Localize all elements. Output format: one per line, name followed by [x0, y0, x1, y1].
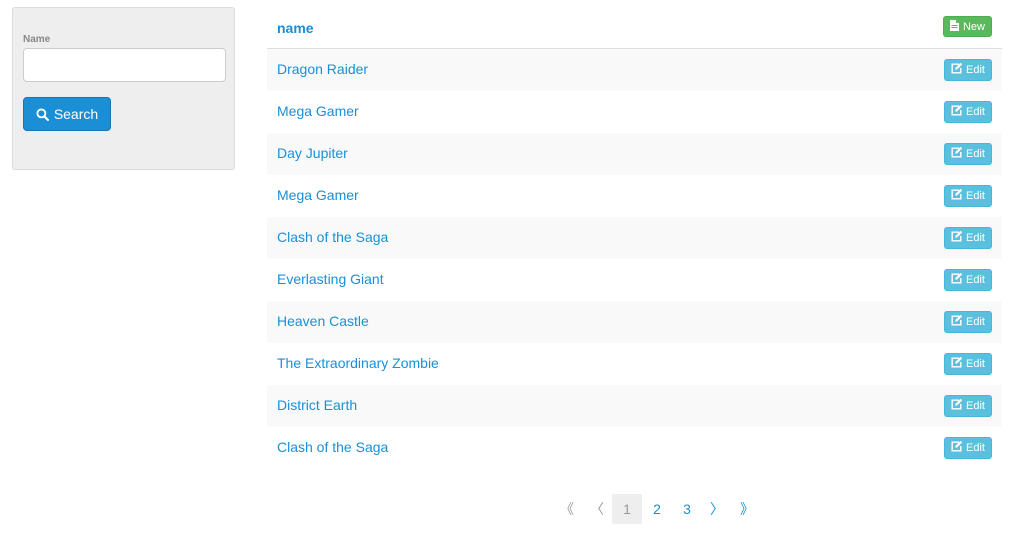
- row-name-link[interactable]: Clash of the Saga: [277, 439, 388, 455]
- edit-button-label: Edit: [966, 400, 985, 412]
- edit-icon: [951, 104, 963, 119]
- row-name-link[interactable]: The Extraordinary Zombie: [277, 355, 439, 371]
- page-3-button[interactable]: 3: [672, 494, 702, 524]
- table-body: Dragon Raider Edit Mega Gamer Edit Day Jupit…: [267, 49, 1002, 469]
- edit-button[interactable]: Edit: [944, 311, 992, 333]
- row-name-link[interactable]: Dragon Raider: [277, 61, 368, 77]
- edit-button-label: Edit: [966, 64, 985, 76]
- edit-button[interactable]: Edit: [944, 185, 992, 207]
- table-row: Mega Gamer Edit: [267, 175, 1002, 217]
- file-icon: [949, 19, 959, 34]
- edit-button[interactable]: Edit: [944, 269, 992, 291]
- edit-icon: [951, 272, 963, 287]
- row-name-link[interactable]: District Earth: [277, 397, 357, 413]
- search-button[interactable]: Search: [23, 97, 111, 131]
- edit-icon: [951, 146, 963, 161]
- edit-button[interactable]: Edit: [944, 59, 992, 81]
- edit-button-label: Edit: [966, 358, 985, 370]
- table-row: Clash of the Saga Edit: [267, 217, 1002, 259]
- row-name-link[interactable]: Everlasting Giant: [277, 271, 384, 287]
- edit-icon: [951, 230, 963, 245]
- table-row: Day Jupiter Edit: [267, 133, 1002, 175]
- first-page-button[interactable]: 《: [552, 494, 582, 524]
- edit-button[interactable]: Edit: [944, 353, 992, 375]
- edit-button[interactable]: Edit: [944, 143, 992, 165]
- edit-icon: [951, 356, 963, 371]
- edit-icon: [951, 398, 963, 413]
- edit-button-label: Edit: [966, 106, 985, 118]
- row-name-link[interactable]: Heaven Castle: [277, 313, 369, 329]
- edit-icon: [951, 314, 963, 329]
- prev-page-button[interactable]: 〈: [582, 494, 612, 524]
- edit-button[interactable]: Edit: [944, 101, 992, 123]
- new-button-label: New: [962, 20, 985, 33]
- table-row: The Extraordinary Zombie Edit: [267, 343, 1002, 385]
- page-1-button[interactable]: 1: [612, 494, 642, 524]
- edit-icon: [951, 62, 963, 77]
- edit-button-label: Edit: [966, 148, 985, 160]
- edit-icon: [951, 440, 963, 455]
- edit-button-label: Edit: [966, 316, 985, 328]
- results-table: name New Dragon Raider Edit Mega Gamer Edit…: [267, 7, 1002, 469]
- search-panel: Name Search: [12, 7, 235, 170]
- name-filter-label: Name: [23, 34, 51, 45]
- name-filter-input[interactable]: [23, 48, 226, 82]
- row-name-link[interactable]: Mega Gamer: [277, 103, 359, 119]
- column-header-name[interactable]: name: [277, 20, 314, 36]
- edit-button-label: Edit: [966, 442, 985, 454]
- edit-button-label: Edit: [966, 232, 985, 244]
- row-name-link[interactable]: Day Jupiter: [277, 145, 348, 161]
- new-button[interactable]: New: [942, 16, 992, 37]
- table-row: District Earth Edit: [267, 385, 1002, 427]
- table-header: name New: [267, 7, 1002, 49]
- table-row: Heaven Castle Edit: [267, 301, 1002, 343]
- table-row: Dragon Raider Edit: [267, 49, 1002, 91]
- edit-button[interactable]: Edit: [944, 437, 992, 459]
- page-2-button[interactable]: 2: [642, 494, 672, 524]
- row-name-link[interactable]: Clash of the Saga: [277, 229, 388, 245]
- next-page-button[interactable]: 〉: [702, 494, 732, 524]
- pagination: 《 〈 123 〉 》: [552, 494, 762, 524]
- table-row: Clash of the Saga Edit: [267, 427, 1002, 469]
- edit-button[interactable]: Edit: [944, 395, 992, 417]
- edit-icon: [951, 188, 963, 203]
- edit-button[interactable]: Edit: [944, 227, 992, 249]
- search-button-label: Search: [53, 106, 99, 122]
- search-icon: [36, 107, 49, 121]
- table-row: Everlasting Giant Edit: [267, 259, 1002, 301]
- row-name-link[interactable]: Mega Gamer: [277, 187, 359, 203]
- last-page-button[interactable]: 》: [732, 494, 762, 524]
- edit-button-label: Edit: [966, 274, 985, 286]
- edit-button-label: Edit: [966, 190, 985, 202]
- table-row: Mega Gamer Edit: [267, 91, 1002, 133]
